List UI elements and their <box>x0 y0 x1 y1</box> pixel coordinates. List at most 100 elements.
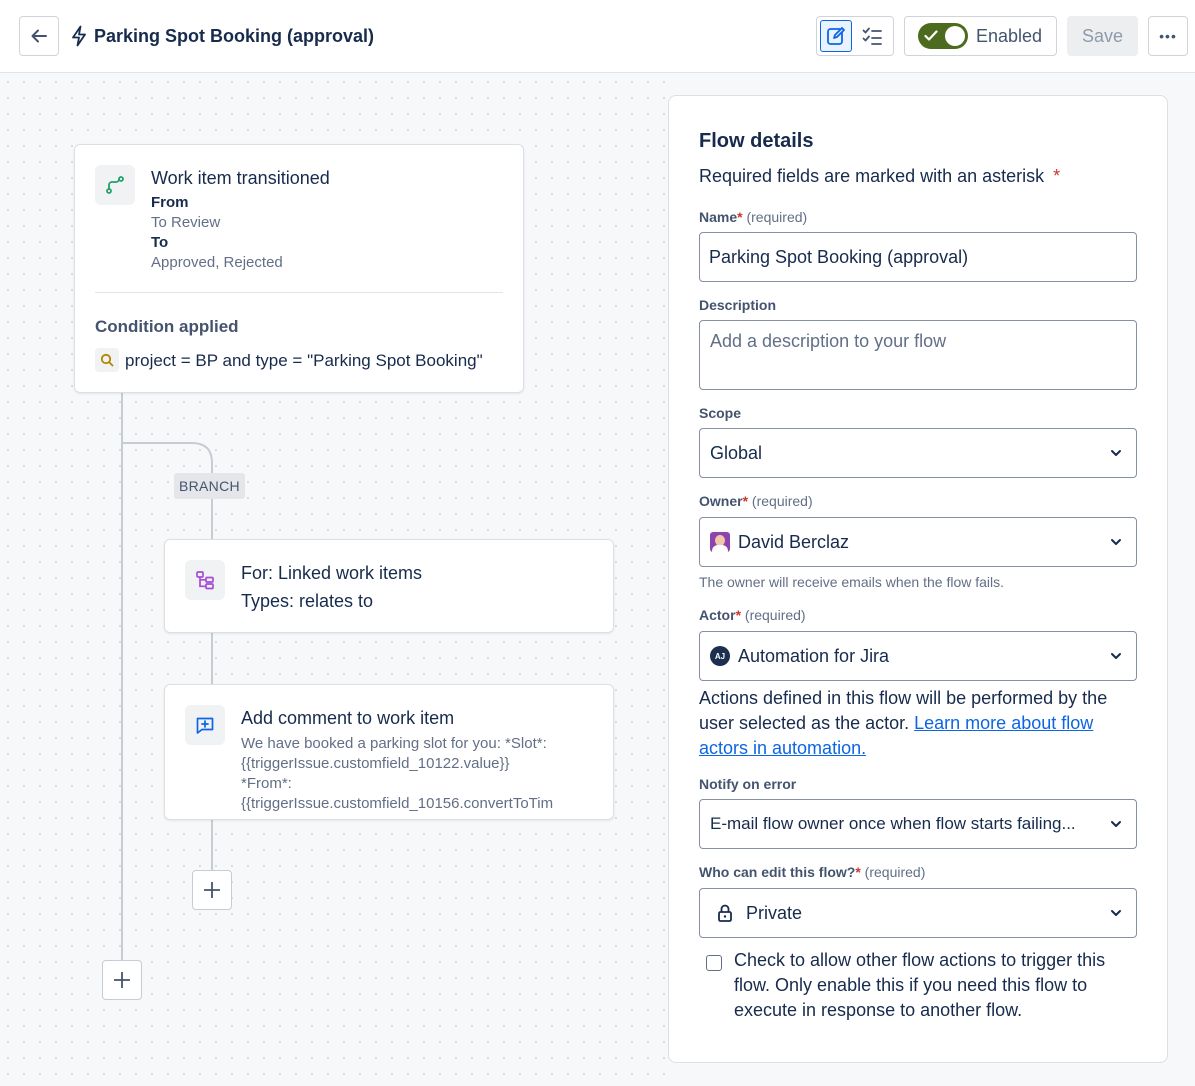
branch-card-subtitle: Types: relates to <box>241 591 374 611</box>
name-label: Name* (required) <box>699 209 807 225</box>
card-divider <box>95 292 503 293</box>
comment-action-card[interactable]: Add comment to work item We have booked … <box>164 684 614 820</box>
notify-value: E-mail flow owner once when flow starts … <box>710 814 1076 833</box>
comment-icon-tile <box>185 705 225 745</box>
actor-avatar: AJ <box>710 646 730 666</box>
actor-desc-line-2: user selected as the actor. Learn more a… <box>699 711 1149 736</box>
chevron-down-icon <box>1111 539 1121 545</box>
name-required-tag: (required) <box>746 209 808 225</box>
actor-select[interactable]: AJ Automation for Jira <box>699 631 1137 681</box>
chevron-down-icon <box>1111 910 1121 916</box>
owner-label: Owner* (required) <box>699 493 813 509</box>
comment-body-line: We have booked a parking slot for you: *… <box>241 735 547 752</box>
editors-select[interactable]: Private <box>699 888 1137 938</box>
branch-connector-2 <box>211 633 213 685</box>
name-input[interactable]: Parking Spot Booking (approval) <box>699 232 1137 282</box>
list-view-button[interactable] <box>856 20 888 52</box>
edit-view-button[interactable] <box>820 20 852 52</box>
add-step-button[interactable] <box>102 960 142 1000</box>
name-asterisk: * <box>737 209 743 225</box>
editors-value: Private <box>746 902 803 923</box>
title-group: Parking Spot Booking (approval) <box>70 24 374 48</box>
add-comment-icon <box>196 717 214 734</box>
from-value: To Review <box>151 214 221 231</box>
description-label: Description <box>699 297 777 313</box>
plus-icon <box>204 882 220 898</box>
to-label: To <box>151 234 169 251</box>
actor-label-text: Actor <box>699 607 736 623</box>
trigger-card[interactable]: Work item transitioned From To Review To… <box>74 144 524 393</box>
actor-asterisk: * <box>735 607 742 623</box>
comment-body: We have booked a parking slot for you: *… <box>241 734 553 814</box>
branch-icon <box>196 571 214 590</box>
check-icon <box>924 30 938 41</box>
actor-value: Automation for Jira <box>738 645 890 666</box>
top-bar: Parking Spot Booking (approval) Enabled … <box>0 0 1195 73</box>
enabled-label: Enabled <box>976 25 1043 46</box>
transition-icon <box>106 176 124 194</box>
required-note-text: Required fields are marked with an aster… <box>699 166 1045 186</box>
trigger-icon-tile <box>95 165 135 205</box>
allow-trigger-checkbox[interactable] <box>706 955 722 971</box>
search-icon <box>100 353 114 367</box>
description-placeholder: Add a description to your flow <box>710 331 947 351</box>
chevron-down-icon <box>1111 821 1121 827</box>
comment-body-line: {{triggerIssue.customfield_10122.value}} <box>241 755 510 772</box>
arrow-left-icon <box>31 29 47 43</box>
comment-action-title: Add comment to work item <box>241 708 455 728</box>
from-label: From <box>151 194 189 211</box>
name-label-text: Name <box>699 209 738 225</box>
branch-card[interactable]: For: Linked work items Types: relates to <box>164 539 614 633</box>
plus-icon <box>114 972 130 988</box>
trigger-title: Work item transitioned <box>151 168 330 188</box>
scope-select[interactable]: Global <box>699 428 1137 478</box>
condition-icon-tile <box>95 348 119 372</box>
notify-select[interactable]: E-mail flow owner once when flow starts … <box>699 799 1137 849</box>
notify-label: Notify on error <box>699 776 797 792</box>
flow-details-panel: Flow details Required fields are marked … <box>668 95 1168 1063</box>
enabled-toggle-group[interactable]: Enabled <box>904 16 1057 56</box>
description-textarea[interactable]: Add a description to your flow <box>699 320 1137 390</box>
owner-select[interactable]: David Berclaz <box>699 517 1137 567</box>
chevron-down-icon <box>1111 653 1121 659</box>
actor-desc-text: user selected as the actor. <box>699 713 910 733</box>
branch-label: BRANCH <box>174 473 245 499</box>
actor-required-tag: (required) <box>744 607 806 623</box>
lock-icon <box>718 904 732 922</box>
required-note: Required fields are marked with an aster… <box>699 166 1060 187</box>
back-button[interactable] <box>19 16 59 56</box>
owner-label-text: Owner <box>699 493 743 509</box>
checkbox-text-line: execute in response to another flow. <box>734 1000 1023 1020</box>
learn-more-link[interactable]: Learn more about flow <box>914 713 1093 733</box>
checkbox-text-line: flow. Only enable this if you need this … <box>734 975 1088 995</box>
owner-value: David Berclaz <box>738 531 850 552</box>
owner-asterisk: * <box>742 493 749 509</box>
branch-card-title: For: Linked work items <box>241 563 423 583</box>
actor-label: Actor* (required) <box>699 607 806 623</box>
editors-label-text: Who can edit this flow? <box>699 864 856 880</box>
condition-query: project = BP and type = "Parking Spot Bo… <box>125 351 483 370</box>
owner-required-tag: (required) <box>751 493 813 509</box>
condition-heading: Condition applied <box>95 317 239 336</box>
add-branch-step-button[interactable] <box>192 870 232 910</box>
more-options-button[interactable]: ••• <box>1148 16 1188 56</box>
chevron-down-icon <box>1111 450 1121 456</box>
scope-value: Global <box>710 442 763 463</box>
scope-label: Scope <box>699 405 742 421</box>
save-button[interactable]: Save <box>1067 16 1138 56</box>
actor-description: Actions defined in this flow will be per… <box>699 686 1149 761</box>
panel-heading: Flow details <box>699 130 814 152</box>
editors-label: Who can edit this flow?* (required) <box>699 864 925 880</box>
editors-asterisk: * <box>855 864 861 880</box>
more-icon: ••• <box>1159 28 1177 44</box>
branch-connector-3 <box>211 820 213 870</box>
learn-more-link-2[interactable]: actors in automation. <box>699 736 1149 761</box>
editors-required-tag: (required) <box>864 864 926 880</box>
page-title: Parking Spot Booking (approval) <box>94 25 375 46</box>
to-value: Approved, Rejected <box>151 254 283 271</box>
checkbox-text-line: Check to allow other flow actions to tri… <box>734 950 1106 970</box>
branch-icon-tile <box>185 560 225 600</box>
actor-desc-line: Actions defined in this flow will be per… <box>699 688 1108 708</box>
enabled-toggle[interactable] <box>918 23 968 49</box>
owner-avatar <box>710 532 730 552</box>
